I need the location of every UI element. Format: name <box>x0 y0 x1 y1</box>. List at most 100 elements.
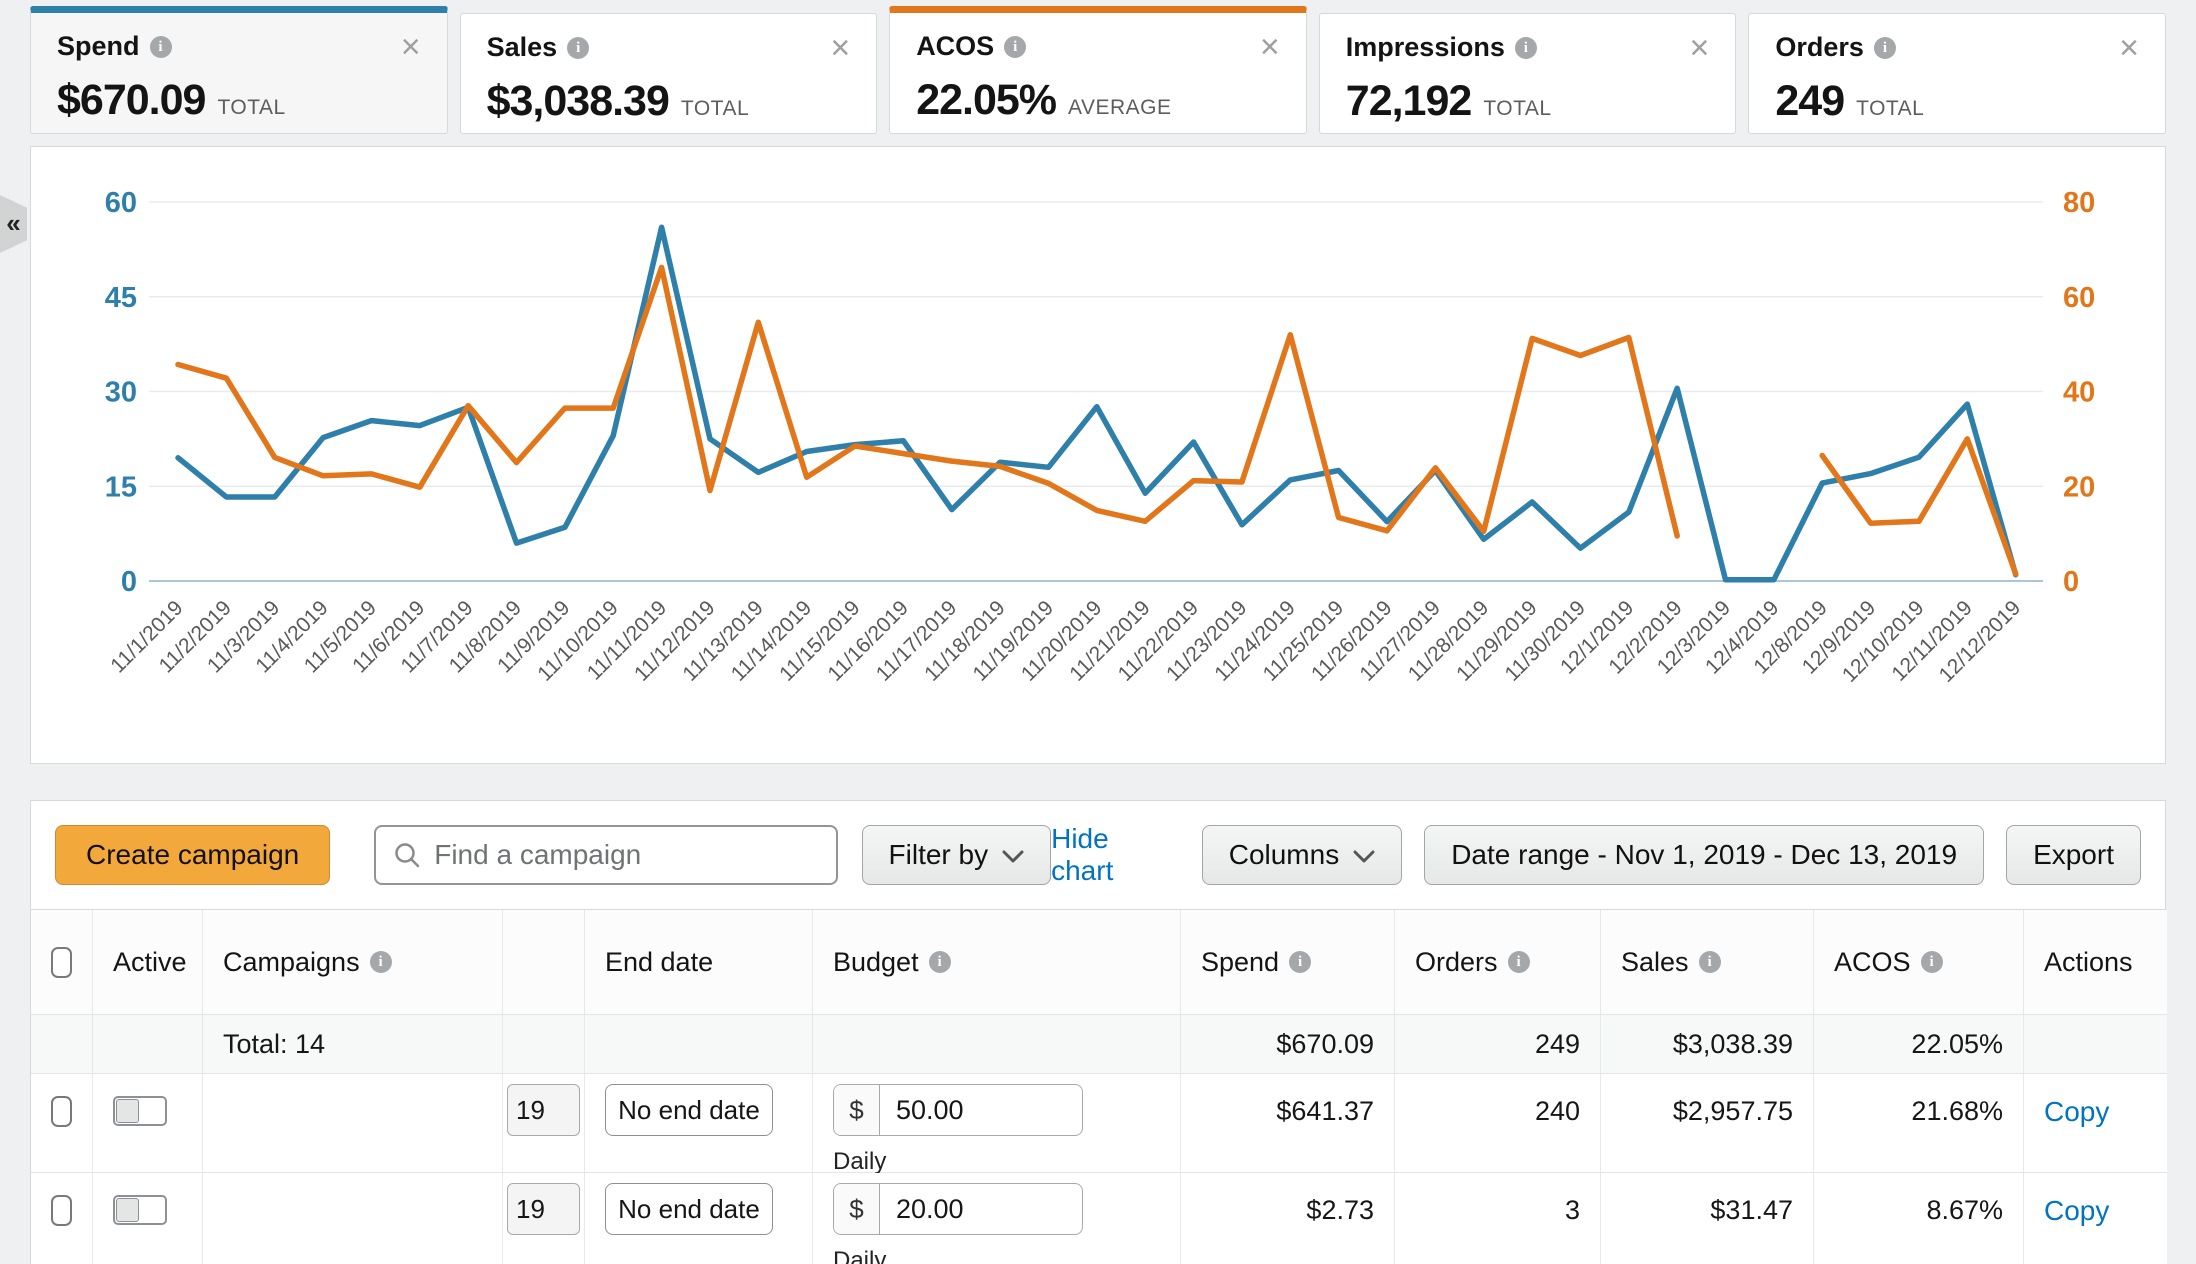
budget-input[interactable]: $ 50.00 <box>833 1084 1083 1136</box>
info-icon[interactable]: i <box>1515 37 1537 59</box>
header-orders[interactable]: Ordersi <box>1395 910 1601 1015</box>
close-icon[interactable]: × <box>2119 36 2139 60</box>
header-spend-label: Spend <box>1201 947 1279 978</box>
start-date-cell: 19 <box>503 1074 585 1173</box>
metric-card-sales[interactable]: Sales i × $3,038.39 TOTAL <box>460 13 878 134</box>
copy-link[interactable]: Copy <box>2044 1195 2109 1227</box>
totals-label: Total: 14 <box>203 1015 503 1074</box>
totals-spend: $670.09 <box>1181 1015 1395 1074</box>
row-checkbox[interactable] <box>51 1096 72 1127</box>
close-icon[interactable]: × <box>830 36 850 60</box>
row-select-cell <box>31 1074 93 1173</box>
header-start-date <box>503 910 585 1015</box>
end-date-cell: No end date <box>585 1173 813 1264</box>
budget-value[interactable]: 50.00 <box>880 1085 964 1135</box>
card-value: 72,192 <box>1346 77 1472 126</box>
chart-panel: 01530456002040608011/1/201911/2/201911/3… <box>30 146 2166 764</box>
info-icon[interactable]: i <box>1508 951 1530 973</box>
header-sales-label: Sales <box>1621 947 1689 978</box>
export-button[interactable]: Export <box>2006 825 2141 885</box>
header-acos[interactable]: ACOSi <box>1814 910 2024 1015</box>
left-axis-tick: 0 <box>121 566 137 598</box>
right-axis-tick: 20 <box>2063 471 2095 503</box>
orders-cell: 3 <box>1395 1173 1601 1264</box>
header-campaigns-label: Campaigns <box>223 947 360 978</box>
card-sub-label: AVERAGE <box>1068 96 1171 120</box>
info-icon[interactable]: i <box>370 951 392 973</box>
row-checkbox[interactable] <box>51 1195 72 1226</box>
search-input[interactable] <box>434 839 819 871</box>
metrics-line-chart: 01530456002040608011/1/201911/2/201911/3… <box>31 147 2165 763</box>
metric-card-orders[interactable]: Orders i × 249 TOTAL <box>1748 13 2166 134</box>
card-title: Spend <box>57 31 140 62</box>
sales-cell: $2,957.75 <box>1601 1074 1814 1173</box>
date-range-button[interactable]: Date range - Nov 1, 2019 - Dec 13, 2019 <box>1424 825 1984 885</box>
info-icon[interactable]: i <box>1921 951 1943 973</box>
card-sub-label: TOTAL <box>217 96 285 120</box>
active-toggle[interactable] <box>113 1096 167 1126</box>
row-active-cell <box>93 1074 203 1173</box>
header-orders-label: Orders <box>1415 947 1498 978</box>
header-sales[interactable]: Salesi <box>1601 910 1814 1015</box>
filter-by-label: Filter by <box>889 839 989 871</box>
collapse-sidebar-tab[interactable]: « <box>0 195 27 253</box>
active-toggle[interactable] <box>113 1195 167 1225</box>
search-icon <box>392 840 422 870</box>
spend-cell: $641.37 <box>1181 1074 1395 1173</box>
info-icon[interactable]: i <box>1004 36 1026 58</box>
metric-card-impressions[interactable]: Impressions i × 72,192 TOTAL <box>1319 13 1737 134</box>
copy-link[interactable]: Copy <box>2044 1096 2109 1128</box>
campaign-name-cell[interactable] <box>203 1074 503 1173</box>
header-actions: Actions <box>2024 910 2167 1015</box>
close-icon[interactable]: × <box>1260 35 1280 59</box>
totals-orders: 249 <box>1395 1015 1601 1074</box>
budget-period-label: Daily <box>833 1148 1083 1176</box>
info-icon[interactable]: i <box>150 36 172 58</box>
toggle-knob <box>116 1198 139 1222</box>
budget-value[interactable]: 20.00 <box>880 1184 964 1234</box>
metric-cards-row: Spend i × $670.09 TOTAL Sales i × $3,038… <box>0 0 2196 134</box>
currency-prefix: $ <box>834 1184 880 1234</box>
card-value: 22.05% <box>916 76 1056 125</box>
card-title: Sales <box>487 32 558 63</box>
campaigns-panel: Create campaign Filter by Hide chart Col… <box>30 800 2166 1264</box>
orders-cell: 240 <box>1395 1074 1601 1173</box>
info-icon[interactable]: i <box>1699 951 1721 973</box>
left-axis-tick: 30 <box>105 377 137 409</box>
actions-cell: Copy <box>2024 1173 2167 1264</box>
series-line-acos <box>178 267 2016 574</box>
create-campaign-button[interactable]: Create campaign <box>55 825 330 885</box>
columns-button[interactable]: Columns <box>1202 825 1402 885</box>
budget-input[interactable]: $ 20.00 <box>833 1183 1083 1235</box>
start-date-cell: 19 <box>503 1173 585 1264</box>
select-all-checkbox[interactable] <box>51 947 72 978</box>
hide-chart-link[interactable]: Hide chart <box>1051 823 1167 887</box>
info-icon[interactable]: i <box>1874 37 1896 59</box>
end-date-button[interactable]: No end date <box>605 1084 773 1136</box>
info-icon[interactable]: i <box>567 37 589 59</box>
right-axis-tick: 60 <box>2063 282 2095 314</box>
metric-card-acos[interactable]: ACOS i × 22.05% AVERAGE <box>889 6 1307 134</box>
start-date-input[interactable]: 19 <box>507 1084 580 1136</box>
toolbar-right-group: Hide chart Columns Date range - Nov 1, 2… <box>1051 823 2141 887</box>
start-date-input[interactable]: 19 <box>507 1183 580 1235</box>
sales-cell: $31.47 <box>1601 1173 1814 1264</box>
end-date-button[interactable]: No end date <box>605 1183 773 1235</box>
card-sub-label: TOTAL <box>1856 97 1924 121</box>
acos-cell: 8.67% <box>1814 1173 2024 1264</box>
header-spend[interactable]: Spendi <box>1181 910 1395 1015</box>
card-title: Orders <box>1775 32 1864 63</box>
close-icon[interactable]: × <box>1690 36 1710 60</box>
budget-cell: $ 20.00 Daily <box>813 1173 1181 1264</box>
campaign-name-cell[interactable] <box>203 1173 503 1264</box>
campaign-search-box[interactable] <box>374 825 837 885</box>
info-icon[interactable]: i <box>929 951 951 973</box>
header-budget: Budgeti <box>813 910 1181 1015</box>
right-axis-tick: 40 <box>2063 377 2095 409</box>
close-icon[interactable]: × <box>401 35 421 59</box>
filter-by-button[interactable]: Filter by <box>862 825 1052 885</box>
card-value: $670.09 <box>57 76 205 125</box>
row-select-cell <box>31 1173 93 1264</box>
info-icon[interactable]: i <box>1289 951 1311 973</box>
metric-card-spend[interactable]: Spend i × $670.09 TOTAL <box>30 6 448 134</box>
